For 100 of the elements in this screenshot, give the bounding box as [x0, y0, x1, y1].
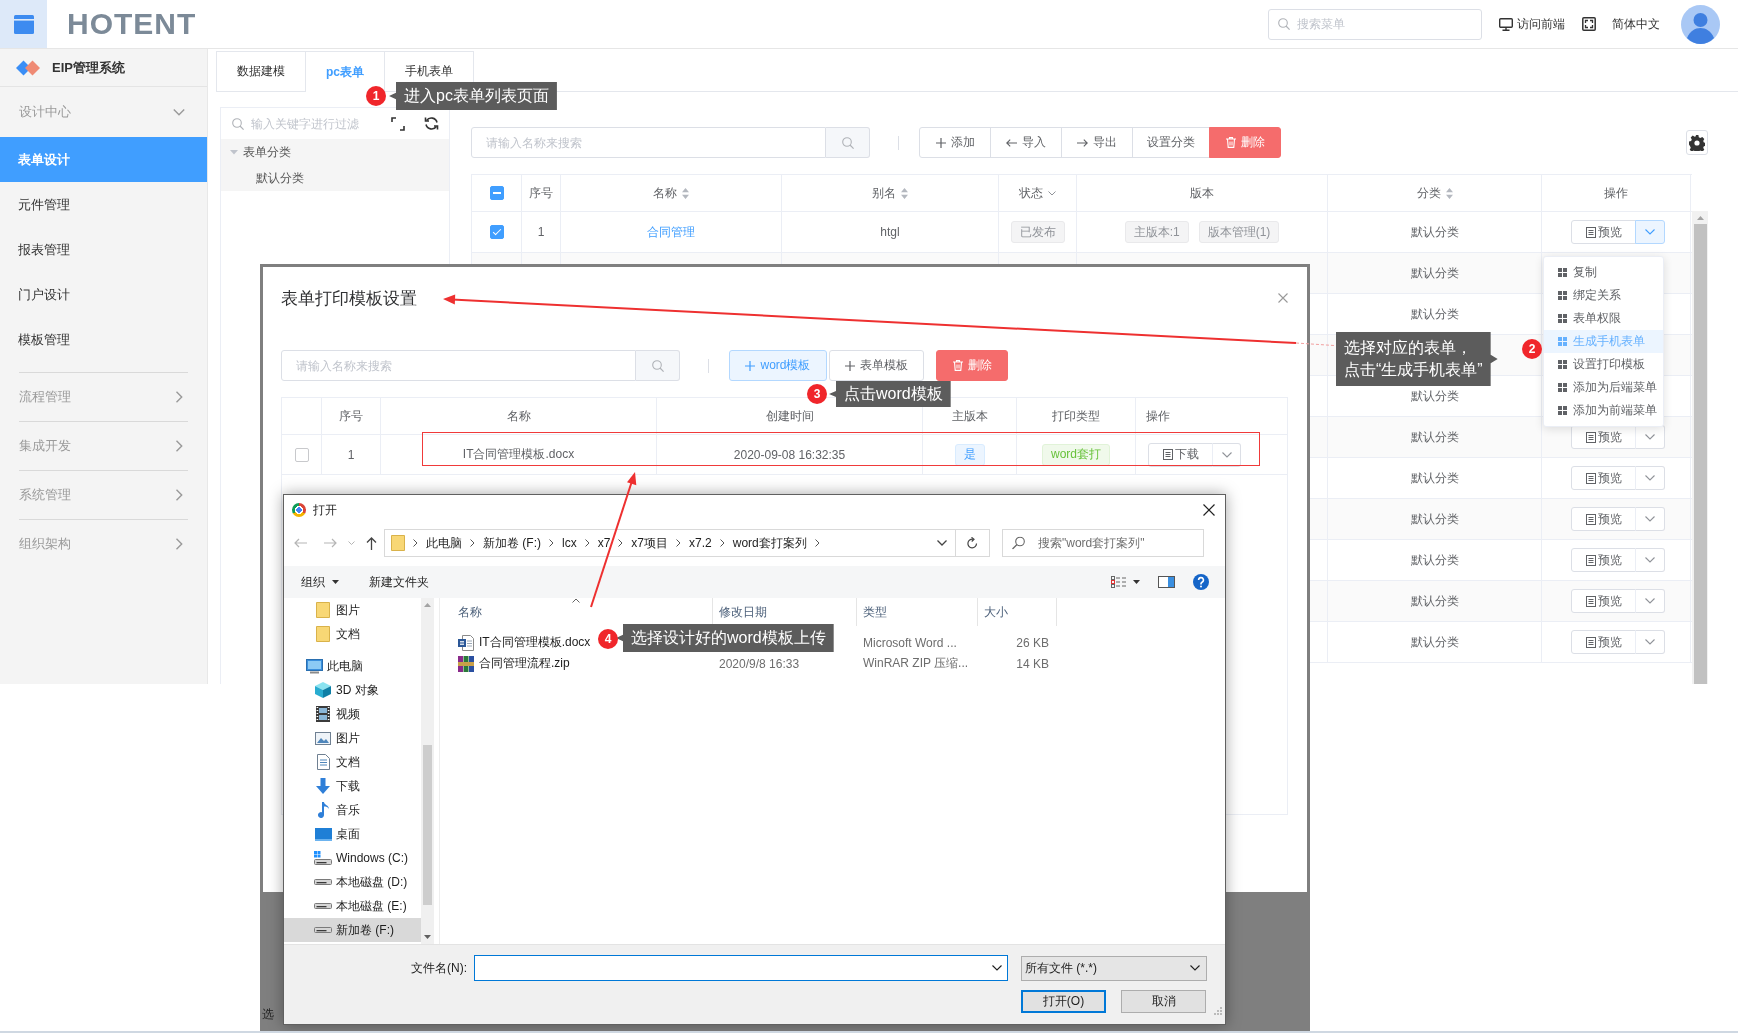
select-all-checkbox[interactable] — [489, 186, 504, 200]
scroll-up-icon[interactable] — [1696, 216, 1704, 220]
view-list-icon[interactable] — [1111, 576, 1126, 588]
resize-grip-icon[interactable] — [1214, 1007, 1222, 1015]
close-icon[interactable] — [1203, 504, 1215, 516]
name-search-field[interactable]: 请输入名称来搜索 — [471, 127, 826, 158]
menu-item[interactable]: 表单权限 — [1544, 307, 1663, 330]
preview-button[interactable]: 预览 — [1571, 548, 1636, 572]
sort-icon[interactable] — [1445, 187, 1453, 199]
file-type-select[interactable]: 所有文件 (*.*) — [1021, 955, 1207, 981]
add-button[interactable]: 添加 — [919, 127, 991, 158]
chevron-right-icon — [413, 539, 418, 547]
breadcrumb-item[interactable]: x7 — [597, 536, 611, 550]
filename-field[interactable] — [474, 955, 1008, 981]
tree-node[interactable]: 表单分类 — [221, 139, 449, 165]
export-button[interactable]: 导出 — [1061, 127, 1133, 158]
refresh-button[interactable] — [956, 529, 990, 557]
column-header[interactable]: 类型 — [857, 598, 978, 626]
help-icon[interactable] — [1193, 574, 1209, 590]
nav-item[interactable]: Windows (C:) — [284, 846, 421, 870]
forward-arrow-icon[interactable] — [324, 538, 337, 548]
caret-down-icon[interactable] — [332, 580, 339, 584]
template-search-field[interactable]: 请输入名称来搜索 — [281, 350, 636, 381]
breadcrumb-item[interactable]: word套打案列 — [732, 534, 807, 552]
dialog-title: 表单打印模板设置 — [281, 287, 417, 310]
preview-button[interactable]: 预览 — [1571, 589, 1636, 613]
more-actions-button[interactable] — [1212, 442, 1241, 467]
nav-item[interactable]: 视频 — [284, 702, 421, 726]
sort-icon[interactable] — [901, 187, 908, 199]
tree-node[interactable]: 默认分类 — [221, 165, 449, 191]
nav-item[interactable]: 本地磁盘 (E:) — [284, 894, 421, 918]
menu-item[interactable]: 添加为后端菜单 — [1544, 376, 1663, 399]
menu-toggle-button[interactable] — [0, 0, 47, 48]
menu-item[interactable]: 复制 — [1544, 261, 1663, 284]
scrollbar-track[interactable] — [421, 598, 434, 944]
breadcrumb-item[interactable]: 此电脑 — [426, 534, 462, 552]
nav-item[interactable]: 文档 — [284, 622, 421, 646]
refresh-icon[interactable] — [424, 116, 439, 131]
nav-item[interactable]: 音乐 — [284, 798, 421, 822]
preview-pane-icon[interactable] — [1158, 576, 1175, 588]
breadcrumb-item[interactable]: 新加卷 (F:) — [483, 534, 541, 552]
column-header[interactable]: 大小 — [978, 598, 1057, 626]
row-checkbox[interactable] — [294, 447, 309, 462]
fullscreen-icon[interactable] — [1582, 17, 1596, 31]
plus-icon — [935, 137, 946, 148]
sidebar-item[interactable]: 模板管理 — [0, 317, 207, 362]
sidebar-item[interactable]: 报表管理 — [0, 227, 207, 272]
sort-icon[interactable] — [682, 187, 689, 199]
file-name[interactable]: IT合同管理模板.docx — [479, 634, 591, 651]
import-button[interactable]: 导入 — [990, 127, 1062, 158]
add-form-template-button[interactable]: 表单模板 — [829, 350, 924, 381]
sort-caret-icon[interactable] — [572, 598, 580, 603]
sidebar-item[interactable]: 元件管理 — [0, 182, 207, 227]
expand-icon[interactable] — [391, 116, 405, 131]
open-button[interactable]: 打开(O) — [1021, 989, 1106, 1013]
file-name[interactable]: 合同管理流程.zip — [479, 655, 570, 672]
address-bar[interactable]: 此电脑 新加卷 (F:) lcx x7 x7项目 x7.2 word套打案列 — [384, 529, 956, 557]
tree-filter-field[interactable]: 输入关键字进行过滤 — [222, 111, 391, 136]
tab[interactable]: 数据建模 — [216, 51, 306, 91]
frontend-link[interactable]: 访问前端 — [1499, 15, 1565, 33]
menu-item[interactable]: 添加为前端菜单 — [1544, 399, 1663, 422]
sidebar-item[interactable]: 门户设计 — [0, 272, 207, 317]
up-arrow-icon[interactable] — [366, 536, 377, 550]
preview-button[interactable]: 预览 — [1571, 220, 1636, 244]
scrollbar-thumb[interactable] — [423, 745, 432, 905]
cancel-button[interactable]: 取消 — [1121, 989, 1206, 1013]
chevron-down-icon[interactable] — [937, 540, 947, 546]
nav-item[interactable]: 文档 — [284, 750, 421, 774]
nav-item[interactable]: 下载 — [284, 774, 421, 798]
download-button[interactable]: 下载 — [1148, 442, 1213, 467]
command-button[interactable]: 组织 — [298, 570, 342, 594]
nav-item[interactable]: 桌面 — [284, 822, 421, 846]
nav-item[interactable]: 图片 — [284, 726, 421, 750]
breadcrumb-item[interactable]: lcx — [562, 536, 577, 550]
preview-button[interactable]: 预览 — [1571, 507, 1636, 531]
nav-item[interactable]: 新加卷 (F:) — [284, 918, 421, 942]
nav-item[interactable]: 本地磁盘 (D:) — [284, 870, 421, 894]
preview-button[interactable]: 预览 — [1571, 466, 1636, 490]
language-menu[interactable]: 简体中文 — [1612, 15, 1660, 33]
menu-search-field[interactable]: 搜索菜单 — [1268, 8, 1482, 40]
breadcrumb-item[interactable]: x7.2 — [689, 536, 712, 550]
set-category-button[interactable]: 设置分类 — [1132, 127, 1210, 158]
nav-item[interactable]: 3D 对象 — [284, 678, 421, 702]
nav-item[interactable]: 图片 — [284, 598, 421, 622]
avatar-icon[interactable] — [1681, 4, 1720, 44]
folder-search-field[interactable]: 搜索"word套打案列" — [1002, 529, 1204, 557]
nav-item[interactable]: 此电脑 — [284, 654, 421, 678]
search-button[interactable] — [636, 350, 680, 381]
preview-button[interactable]: 预览 — [1571, 630, 1636, 654]
chevron-down-icon — [1645, 598, 1655, 604]
command-button[interactable]: 新建文件夹 — [366, 570, 432, 594]
breadcrumb-item[interactable]: x7项目 — [631, 534, 669, 552]
search-button[interactable] — [826, 127, 870, 158]
menu-item[interactable]: 绑定关系 — [1544, 284, 1663, 307]
scroll-up-icon[interactable] — [424, 603, 431, 607]
row-checkbox[interactable] — [489, 225, 504, 239]
scroll-down-icon[interactable] — [424, 935, 431, 939]
menu-item[interactable]: 设置打印模板 — [1544, 353, 1663, 376]
back-arrow-icon[interactable] — [294, 538, 307, 548]
settings-button[interactable] — [1686, 130, 1708, 155]
